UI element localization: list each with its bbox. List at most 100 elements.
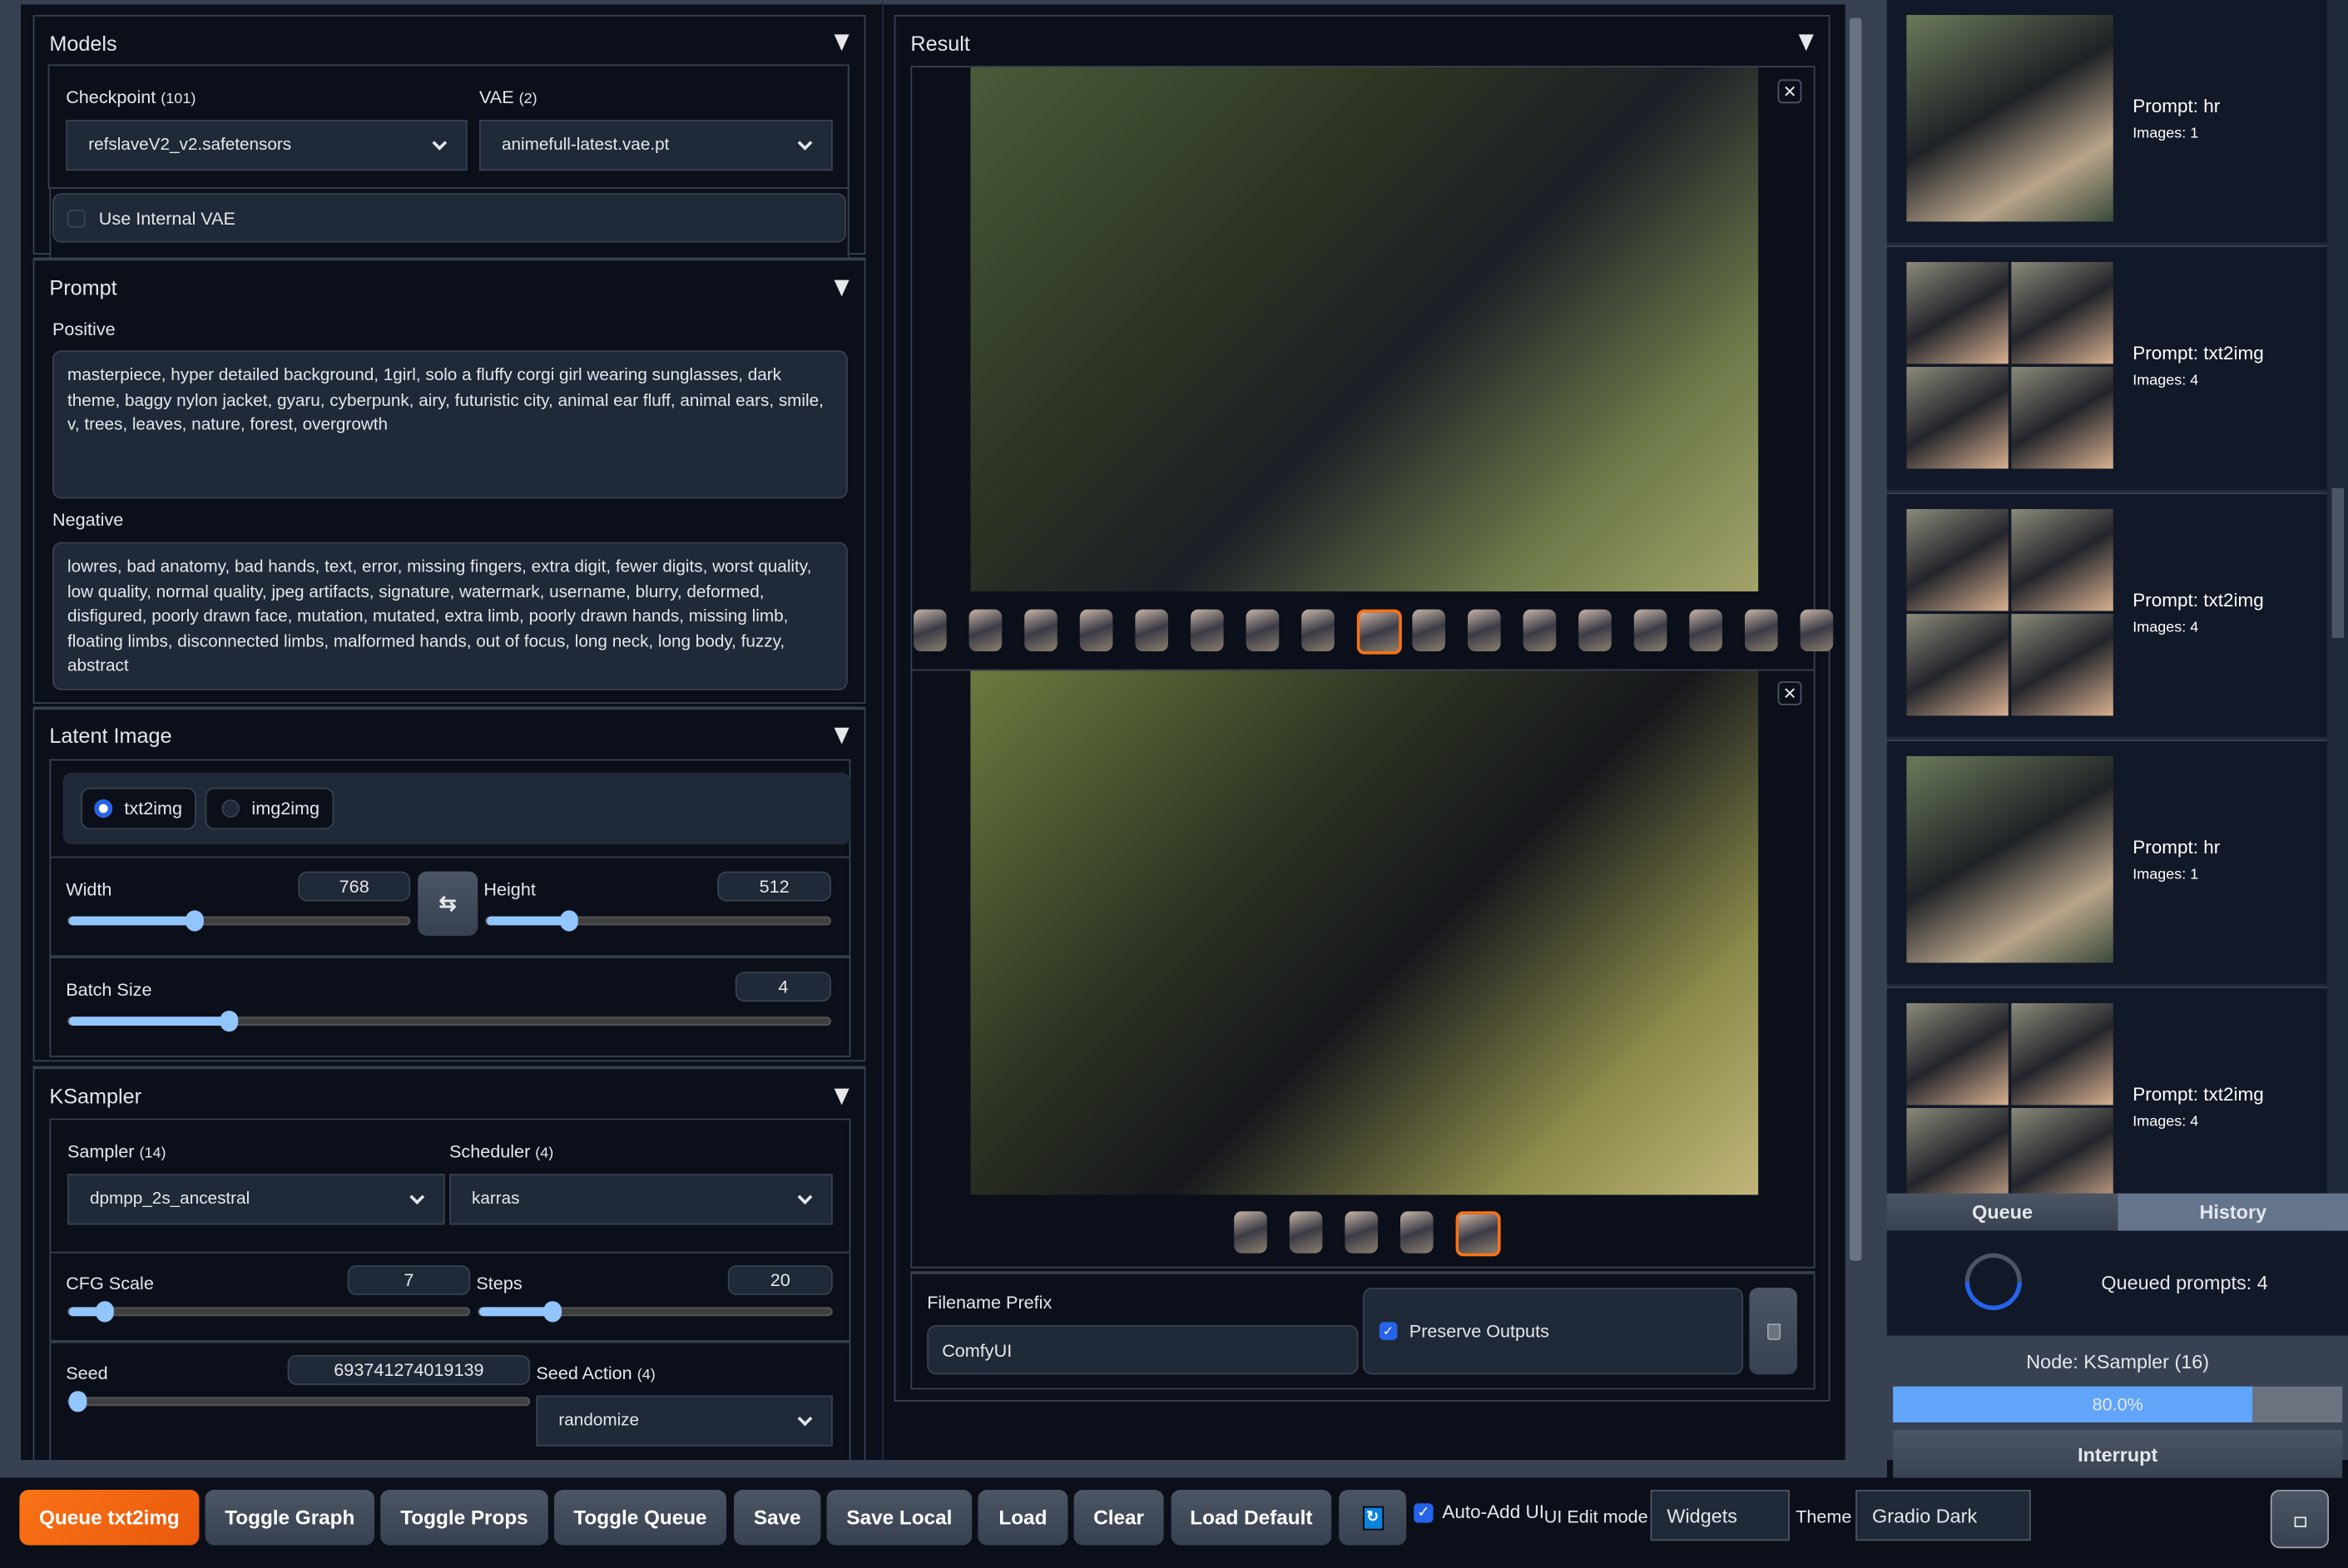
history-thumbnail[interactable]: [1906, 756, 2113, 963]
thumbnail[interactable]: [914, 609, 947, 651]
vae-select[interactable]: animefull-latest.vae.pt: [479, 120, 833, 171]
load-button[interactable]: Load: [978, 1490, 1068, 1546]
preserve-outputs-checkbox[interactable]: ✓: [1379, 1322, 1398, 1340]
thumbnail[interactable]: [1301, 609, 1335, 651]
chevron-down-icon: [797, 135, 813, 150]
history-thumbnail[interactable]: [1906, 509, 2113, 716]
checkpoint-select[interactable]: refslaveV2_v2.safetensors: [66, 120, 468, 171]
queue-button[interactable]: Queue txt2img: [19, 1490, 200, 1546]
history-thumbnail[interactable]: [1906, 262, 2113, 469]
negative-prompt-textarea[interactable]: lowres, bad anatomy, bad hands, text, er…: [52, 542, 848, 690]
thumbnail[interactable]: [1689, 609, 1722, 651]
use-internal-vae-row[interactable]: Use Internal VAE: [52, 193, 846, 243]
slider-thumb[interactable]: [68, 1391, 87, 1412]
scrollbar-thumb[interactable]: [2331, 487, 2344, 638]
use-internal-vae-checkbox[interactable]: [67, 210, 86, 228]
thumbnail[interactable]: [968, 609, 1003, 651]
height-input[interactable]: 512: [717, 871, 831, 902]
width-slider[interactable]: [67, 910, 411, 932]
toggle-queue-button[interactable]: Toggle Queue: [554, 1490, 726, 1546]
thumbnail[interactable]: [1135, 609, 1168, 651]
thumbnail[interactable]: [1745, 609, 1778, 651]
thumbnail[interactable]: [1289, 1211, 1323, 1254]
history-item[interactable]: Prompt: hr Images: 1: [1887, 0, 2328, 246]
filename-prefix-input[interactable]: ComfyUI: [927, 1325, 1359, 1375]
thumbnail[interactable]: [1246, 609, 1280, 651]
thumbnail[interactable]: [1024, 609, 1058, 651]
close-icon[interactable]: ✕: [1777, 79, 1802, 104]
thumbnail[interactable]: [1079, 609, 1113, 651]
scrollbar-thumb[interactable]: [1850, 17, 1862, 1261]
seed-slider[interactable]: [67, 1391, 531, 1412]
negative-label: Negative: [52, 509, 124, 531]
slider-thumb[interactable]: [220, 1011, 238, 1032]
history-thumbnail[interactable]: [1906, 15, 2113, 222]
toggle-graph-button[interactable]: Toggle Graph: [205, 1490, 374, 1546]
positive-prompt-textarea[interactable]: masterpiece, hyper detailed background, …: [52, 350, 848, 499]
load-default-button[interactable]: Load Default: [1171, 1490, 1332, 1546]
edit-mode-select[interactable]: Widgets: [1650, 1490, 1790, 1541]
tab-history[interactable]: History: [2118, 1193, 2348, 1231]
swap-dimensions-button[interactable]: ⇆: [418, 871, 478, 936]
current-node: Node: KSampler (16): [1893, 1343, 2343, 1379]
theme-select[interactable]: Gradio Dark: [1855, 1490, 2031, 1541]
history-item[interactable]: Prompt: hr Images: 1: [1887, 741, 2328, 987]
history-scrollbar[interactable]: [2327, 0, 2348, 1194]
thumbnail[interactable]: [1800, 609, 1834, 651]
thumbnail[interactable]: [1191, 609, 1224, 651]
collapse-triangle-icon[interactable]: [834, 34, 850, 52]
thumbnail[interactable]: [1578, 609, 1612, 651]
thumbnail[interactable]: [1345, 1211, 1378, 1254]
save-button[interactable]: Save: [734, 1490, 821, 1546]
models-selects: Checkpoint (101) VAE (2) refslaveV2_v2.s…: [47, 64, 850, 189]
tab-queue[interactable]: Queue: [1887, 1193, 2118, 1231]
sampler-select[interactable]: dpmpp_2s_ancestral: [67, 1174, 445, 1225]
width-input[interactable]: 768: [298, 871, 411, 902]
radio-txt2img[interactable]: txt2img: [81, 787, 196, 830]
thumbnail[interactable]: [1468, 609, 1501, 651]
preserve-outputs-row[interactable]: ✓ Preserve Outputs: [1363, 1288, 1744, 1375]
lock-icon: [2293, 1516, 2306, 1527]
thumbnail[interactable]: [1234, 1211, 1267, 1254]
slider-thumb[interactable]: [544, 1301, 562, 1323]
batch-slider[interactable]: [67, 1011, 831, 1032]
seed-input[interactable]: 693741274019139: [287, 1355, 531, 1385]
save-local-button[interactable]: Save Local: [826, 1490, 973, 1546]
clear-button[interactable]: Clear: [1073, 1490, 1164, 1546]
collapse-triangle-icon[interactable]: [1798, 34, 1814, 52]
steps-slider[interactable]: [478, 1301, 833, 1323]
toggle-props-button[interactable]: Toggle Props: [380, 1490, 548, 1546]
thumbnail[interactable]: [1412, 609, 1445, 651]
lock-button[interactable]: [2270, 1490, 2329, 1549]
thumbnail[interactable]: [1455, 1211, 1501, 1257]
thumbnail[interactable]: [1523, 609, 1557, 651]
history-item[interactable]: Prompt: txt2img Images: 4: [1887, 494, 2328, 740]
history-item[interactable]: Prompt: txt2img Images: 4: [1887, 247, 2328, 493]
steps-input[interactable]: 20: [727, 1265, 833, 1295]
seed-action-select[interactable]: randomize: [536, 1395, 833, 1447]
clear-outputs-button[interactable]: [1749, 1288, 1797, 1375]
collapse-triangle-icon[interactable]: [834, 727, 850, 744]
thumbnail[interactable]: [1633, 609, 1667, 651]
thumbnail[interactable]: [1356, 609, 1402, 655]
result-image[interactable]: [970, 670, 1759, 1195]
auto-add-checkbox[interactable]: ✓: [1414, 1503, 1434, 1523]
slider-thumb[interactable]: [96, 1301, 114, 1323]
history-thumbnail[interactable]: [1906, 1003, 2113, 1210]
batch-input[interactable]: 4: [735, 972, 831, 1002]
collapse-triangle-icon[interactable]: [834, 1088, 850, 1106]
main-scrollbar[interactable]: [1845, 0, 1866, 1460]
refresh-button[interactable]: ↻: [1339, 1490, 1407, 1546]
cfg-slider[interactable]: [67, 1301, 471, 1323]
slider-thumb[interactable]: [186, 910, 204, 932]
interrupt-button[interactable]: Interrupt: [1893, 1430, 2343, 1480]
slider-thumb[interactable]: [560, 910, 578, 932]
scheduler-select[interactable]: karras: [449, 1174, 833, 1225]
radio-img2img[interactable]: img2img: [205, 787, 334, 830]
height-slider[interactable]: [485, 910, 831, 932]
cfg-input[interactable]: 7: [347, 1265, 471, 1295]
result-image[interactable]: [970, 67, 1759, 591]
close-icon[interactable]: ✕: [1777, 681, 1802, 705]
thumbnail[interactable]: [1400, 1211, 1434, 1254]
collapse-triangle-icon[interactable]: [834, 279, 850, 297]
